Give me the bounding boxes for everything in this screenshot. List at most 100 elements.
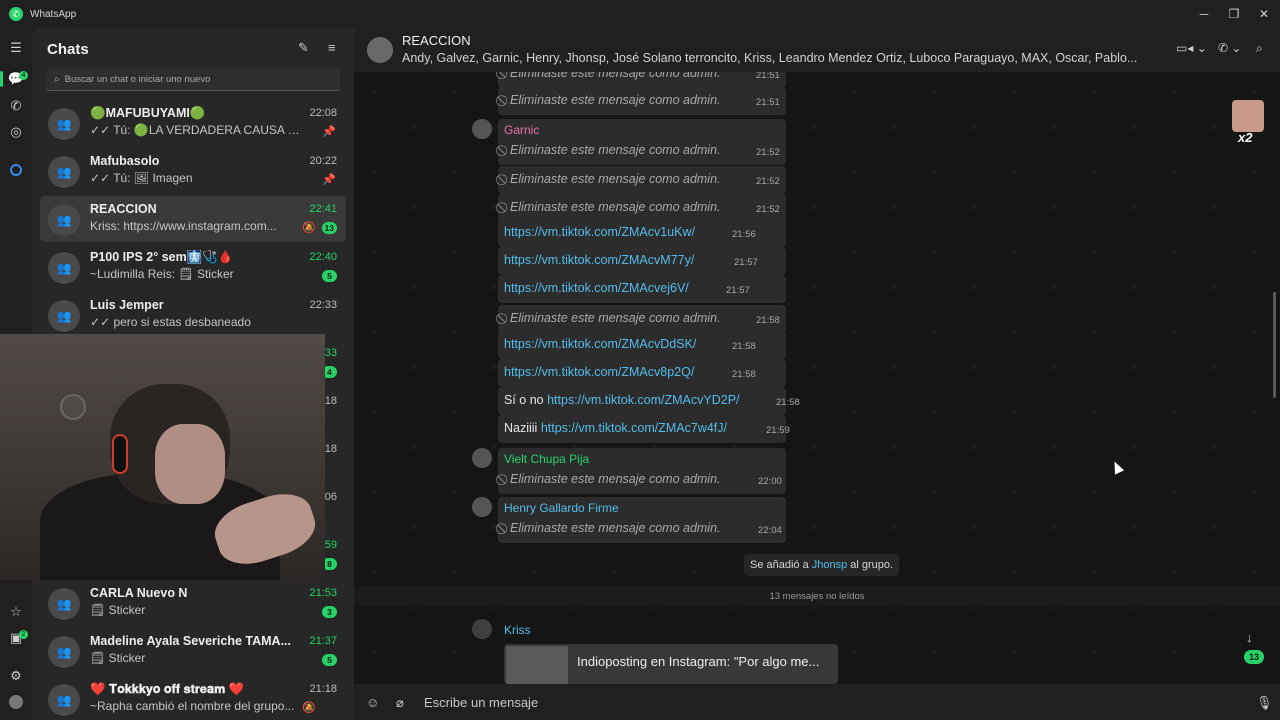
menu-icon[interactable]: ☰ <box>6 38 26 58</box>
pin-icon: 📌 <box>322 174 336 186</box>
link-preview-thumbnail <box>506 646 568 684</box>
sender-name[interactable]: Vielt Chupa Pija <box>504 452 589 466</box>
chat-list-item[interactable]: 👥 P100 IPS 2° sem🩻🩺🩸 22:40 ~Ludimilla Reis:… <box>40 244 346 290</box>
deleted-message: ⃠Eliminaste este mensaje como admin. <box>504 311 721 326</box>
chat-name: ❤️ 𝐓𝐨𝐤𝐤𝐤𝐲𝐨 𝐨𝐟𝐟 𝐬𝐭𝐫𝐞𝐚𝐦 ❤️ <box>90 682 245 696</box>
avatar: 👥 <box>48 204 80 236</box>
message-input[interactable] <box>424 692 1224 712</box>
restore-icon[interactable]: ❐ <box>1218 0 1250 28</box>
minimize-icon[interactable]: ─ <box>1188 0 1220 28</box>
message-composer: ☺ ⌀ 🎙 <box>354 684 1280 720</box>
sender-avatar[interactable] <box>472 448 492 468</box>
sender-avatar[interactable] <box>472 619 492 639</box>
message-link[interactable]: https://vm.tiktok.com/ZMAcvDdSK/ <box>504 337 696 351</box>
new-chat-icon[interactable]: ✎ <box>298 40 309 56</box>
search-icon[interactable]: ⌕ <box>1256 41 1263 56</box>
status-icon[interactable]: ◎ <box>6 122 26 142</box>
chat-time: 20:22 <box>309 155 337 167</box>
message-link[interactable]: https://vm.tiktok.com/ZMAcv8p2Q/ <box>504 365 694 379</box>
group-avatar[interactable] <box>367 37 393 63</box>
message-text: https://vm.tiktok.com/ZMAcv8p2Q/ <box>504 365 694 379</box>
avatar: 👥 <box>48 300 80 332</box>
close-icon[interactable]: ✕ <box>1248 0 1280 28</box>
message-link[interactable]: https://vm.tiktok.com/ZMAc7w4fJ/ <box>541 421 727 435</box>
active-indicator <box>0 71 3 87</box>
deleted-text: Eliminaste este mensaje como admin. <box>510 311 721 325</box>
sender-name[interactable]: Kriss <box>504 623 531 637</box>
group-name[interactable]: REACCION <box>402 33 471 48</box>
avatar: 👥 <box>48 684 80 716</box>
voice-call-icon[interactable]: ✆ ⌄ <box>1218 41 1241 55</box>
conversation-header[interactable]: REACCION Andy, Galvez, Garnic, Henry, Jh… <box>354 28 1280 72</box>
chat-name: REACCION <box>90 202 157 216</box>
scroll-down-icon[interactable]: ↓ <box>1246 630 1253 645</box>
mute-icon: 🔕 <box>302 222 316 234</box>
message-link[interactable]: https://vm.tiktok.com/ZMAcvM77y/ <box>504 253 694 267</box>
chat-time: 18 <box>324 443 337 455</box>
unread-count-badge: 13 <box>1244 650 1264 664</box>
chat-list-item[interactable]: 👥 Mafubasolo 20:22 ✓✓ Tú: 🖼 Imagen 📌 <box>40 148 346 194</box>
chat-list-item[interactable]: 👥 CARLA Nuevo N 21:53 🗒 Sticker 3 <box>40 580 346 626</box>
avatar: 👥 <box>48 108 80 140</box>
system-message: Se añadió a Jhonsp al grupo. <box>744 554 900 576</box>
group-members[interactable]: Andy, Galvez, Garnic, Henry, Jhonsp, Jos… <box>402 51 1162 65</box>
chat-time: 33 <box>324 347 337 359</box>
chat-list-item[interactable]: 👥 Luis Jemper 22:33 ✓✓ pero si estas desban… <box>40 292 346 338</box>
chat-list-item[interactable]: 👥 ❤️ 𝐓𝐨𝐤𝐤𝐤𝐲𝐨 𝐨𝐟𝐟 𝐬𝐭𝐫𝐞𝐚𝐦 ❤️ 21:18 ~Rapha cam… <box>40 676 346 720</box>
chats-badge: 4 <box>19 71 28 80</box>
chat-time: 21:37 <box>309 635 337 647</box>
avatar: 👥 <box>48 156 80 188</box>
chat-list-item[interactable]: 👥 Madeline Ayala Severiche TAMA... 21:37 🗒 … <box>40 628 346 674</box>
pin-icon: 📌 <box>322 126 336 138</box>
chat-list-item[interactable]: 👥 🟢MAFUBUYAMI🟢 22:08 ✓✓ Tú: 🟢LA VERDADERA C… <box>40 100 346 146</box>
star-icon[interactable]: ☆ <box>6 602 26 622</box>
deleted-text: Eliminaste este mensaje como admin. <box>510 521 721 535</box>
unread-badge: 13 <box>321 222 337 234</box>
system-text-prefix: Se añadió a <box>750 559 809 571</box>
chat-time: 22:40 <box>309 251 337 263</box>
deleted-message: ⃠Eliminaste este mensaje como admin. <box>504 72 721 81</box>
profile-icon[interactable] <box>6 692 26 712</box>
message-link[interactable]: https://vm.tiktok.com/ZMAcvYD2P/ <box>547 393 739 407</box>
chat-name: 🟢MAFUBUYAMI🟢 <box>90 106 206 120</box>
emoji-icon[interactable]: ☺ <box>366 695 379 710</box>
link-preview-title: Indioposting en Instagram: "Por algo me.… <box>577 654 820 669</box>
deleted-text: Eliminaste este mensaje como admin. <box>510 200 721 214</box>
sender-avatar[interactable] <box>472 119 492 139</box>
avatar: 👥 <box>48 588 80 620</box>
search-bar[interactable]: ⌕ Buscar un chat o iniciar uno nuevo <box>46 69 340 91</box>
message-prefix: Sí o no <box>504 393 544 407</box>
video-call-icon[interactable]: ▭◂ ⌄ <box>1176 41 1207 55</box>
message-time: 21:51 <box>756 97 780 108</box>
deleted-text: Eliminaste este mensaje como admin. <box>510 93 721 107</box>
sender-name[interactable]: Henry Gallardo Firme <box>504 501 619 515</box>
mic-icon[interactable]: 🎙 <box>1256 695 1273 711</box>
message-link[interactable]: https://vm.tiktok.com/ZMAcvej6V/ <box>504 281 689 295</box>
calls-icon[interactable]: ✆ <box>6 96 26 116</box>
link-preview-card[interactable]: Indioposting en Instagram: "Por algo me.… <box>504 644 838 684</box>
scrollbar[interactable] <box>1273 292 1276 398</box>
search-icon: ⌕ <box>54 74 60 85</box>
message-link[interactable]: https://vm.tiktok.com/ZMAcv1uKw/ <box>504 225 695 239</box>
gear-icon[interactable]: ⚙ <box>6 666 26 686</box>
meta-ai-icon[interactable] <box>6 160 26 180</box>
message-time: 21:58 <box>732 369 756 380</box>
chat-time: 06 <box>324 491 337 503</box>
message-time: 21:52 <box>756 147 780 158</box>
unread-badge: 5 <box>322 270 337 282</box>
chat-list-item[interactable]: 👥 REACCION 22:41 Kriss: https://www.instagr… <box>40 196 346 242</box>
whatsapp-logo-icon: ✆ <box>9 7 23 21</box>
sender-name[interactable]: Garnic <box>504 123 539 137</box>
reaction-avatar <box>1232 100 1264 132</box>
sender-avatar[interactable] <box>472 497 492 517</box>
deleted-message: ⃠Eliminaste este mensaje como admin. <box>504 200 721 215</box>
system-text-name[interactable]: Jhonsp <box>812 559 847 571</box>
chat-time: 18 <box>324 395 337 407</box>
chat-name: CARLA Nuevo N <box>90 586 188 600</box>
unread-badge: 3 <box>322 606 337 618</box>
chat-preview: ✓✓ Tú: 🟢LA VERDADERA CAUSA DE... <box>90 123 305 137</box>
attach-icon[interactable]: ⌀ <box>396 695 404 711</box>
chat-preview: 🗒 Sticker <box>90 651 146 665</box>
filter-icon[interactable]: ≡ <box>328 40 336 55</box>
message-text: https://vm.tiktok.com/ZMAcvDdSK/ <box>504 337 696 351</box>
